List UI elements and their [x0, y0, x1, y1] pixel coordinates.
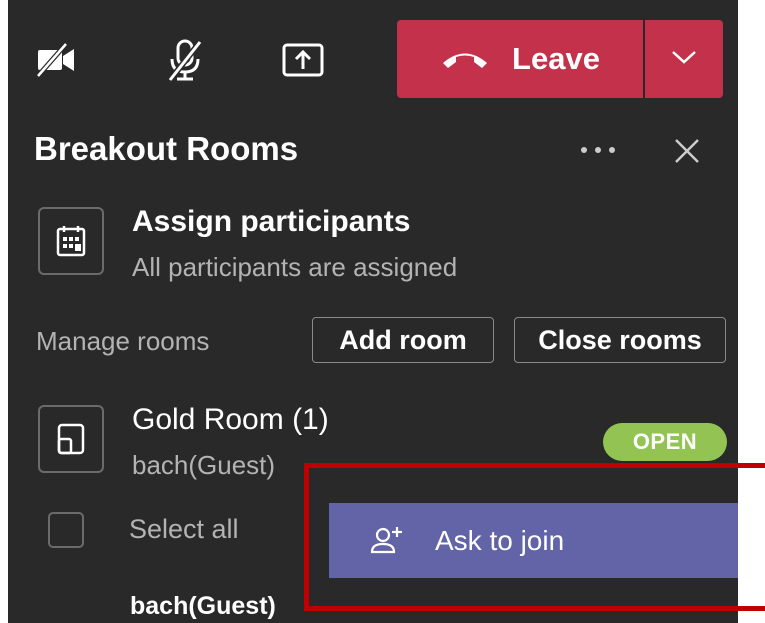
hang-up-icon [440, 48, 490, 70]
calendar-assign-icon [38, 207, 104, 275]
add-person-icon [369, 525, 405, 557]
meeting-toolbar: Leave [8, 0, 738, 112]
select-all-label: Select all [129, 514, 239, 544]
leave-label: Leave [512, 41, 600, 76]
room-icon [38, 405, 104, 473]
camera-off-icon[interactable] [26, 30, 86, 90]
room-participants: bach(Guest) [132, 450, 276, 480]
chevron-down-icon [671, 49, 697, 70]
room-name[interactable]: Gold Room (1) [132, 403, 329, 437]
ask-to-join-label: Ask to join [435, 524, 565, 556]
panel-title: Breakout Rooms [34, 130, 299, 167]
ask-to-join-menu-item[interactable]: Ask to join [329, 503, 738, 578]
mic-off-icon[interactable] [155, 30, 215, 90]
assign-participants-link[interactable]: Assign participants [132, 205, 410, 239]
status-badge: OPEN [603, 423, 727, 461]
leave-options-button[interactable] [645, 20, 723, 98]
more-icon[interactable] [576, 138, 620, 162]
leave-button[interactable]: Leave [397, 20, 643, 98]
assign-status: All participants are assigned [132, 252, 458, 282]
close-rooms-button[interactable]: Close rooms [514, 317, 726, 363]
close-icon[interactable] [670, 134, 704, 168]
share-screen-icon[interactable] [273, 30, 333, 90]
select-all-checkbox[interactable] [48, 512, 84, 548]
breakout-rooms-panel: Leave Breakout Rooms Assign participants… [8, 0, 738, 623]
list-item[interactable]: bach(Guest) [130, 592, 276, 621]
manage-rooms-label: Manage rooms [36, 326, 210, 356]
add-room-button[interactable]: Add room [312, 317, 494, 363]
